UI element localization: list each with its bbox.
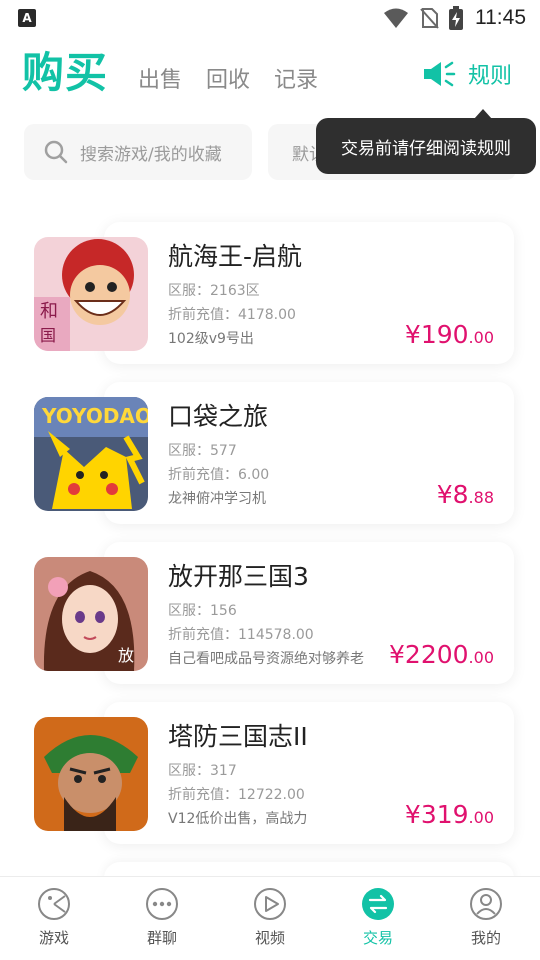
chat-icon: [146, 888, 178, 920]
listing-note: 龙神俯冲学习机: [168, 491, 266, 507]
listing-price: ¥319.00: [404, 800, 494, 829]
listing-server: 区服：156: [168, 603, 237, 619]
listing-price: ¥2200.00: [389, 640, 494, 669]
svg-text:YOYODAO: YOYODAO: [41, 404, 148, 428]
listing-note: V12低价出售，高战力: [168, 811, 308, 827]
status-bar: A 11:45: [0, 0, 540, 36]
app-notification-icon: A: [18, 9, 36, 27]
listing-recharge: 折前充值：6.00: [168, 467, 270, 483]
rules-tooltip: 交易前请仔细阅读规则: [316, 109, 536, 174]
search-input[interactable]: 搜索游戏/我的收藏: [24, 124, 252, 180]
search-placeholder: 搜索游戏/我的收藏: [80, 144, 222, 165]
nav-item-chat[interactable]: 群聊: [108, 877, 216, 960]
listing-title: 放开那三国3: [168, 562, 309, 591]
nav-item-me[interactable]: 我的: [432, 877, 540, 960]
game-thumbnail: YOYODAO: [34, 397, 148, 511]
battery-charging-icon: [449, 6, 463, 30]
nav-item-games[interactable]: 游戏: [0, 877, 108, 960]
games-icon: [38, 888, 70, 920]
rules-button[interactable]: 规则: [422, 58, 512, 90]
game-thumbnail: [34, 717, 148, 831]
listing-server: 区服：317: [168, 763, 237, 779]
nav-label-me: 我的: [470, 929, 501, 947]
top-tabs: 购买 出售 回收 记录 规则: [0, 36, 540, 110]
listing-price: ¥8.88: [436, 480, 494, 509]
listing-recharge: 折前充值：4178.00: [168, 307, 296, 323]
nav-label-trade: 交易: [362, 929, 393, 947]
listing-title: 口袋之旅: [168, 402, 269, 431]
search-icon: [44, 140, 68, 164]
play-icon: [254, 888, 286, 920]
listing-title: 航海王-启航: [168, 242, 303, 271]
nav-label-chat: 群聊: [146, 929, 177, 947]
nav-item-video[interactable]: 视频: [216, 877, 324, 960]
tab-records[interactable]: 记录: [274, 70, 318, 92]
listing-server: 区服：577: [168, 443, 237, 459]
tab-recycle[interactable]: 回收: [206, 70, 250, 92]
listing-server: 区服：2163区: [168, 283, 260, 299]
bottom-nav: 游戏 群聊 视频 交易 我的: [0, 876, 540, 960]
listing-recharge: 折前充值：12722.00: [168, 787, 305, 803]
svg-text:国: 国: [40, 326, 56, 345]
wifi-icon: [384, 8, 408, 28]
listing-note: 102级v9号出: [168, 331, 254, 347]
game-thumbnail: 和 国: [34, 237, 148, 351]
nav-label-video: 视频: [254, 929, 285, 947]
listing-price: ¥190.00: [404, 320, 494, 349]
no-sim-icon: [420, 8, 439, 29]
speaker-icon: [423, 61, 456, 87]
tab-sell[interactable]: 出售: [138, 70, 182, 92]
svg-text:放: 放: [118, 646, 134, 665]
nav-item-trade[interactable]: 交易: [324, 877, 432, 960]
rules-label: 规则: [467, 64, 512, 89]
exchange-icon: [362, 888, 394, 920]
nav-label-games: 游戏: [38, 929, 69, 947]
user-icon: [470, 888, 502, 920]
clock: 11:45: [475, 6, 526, 29]
listing-recharge: 折前充值：114578.00: [168, 627, 314, 643]
listing-note: 自己看吧成品号资源绝对够养老: [168, 651, 364, 667]
tab-buy[interactable]: 购买: [22, 52, 108, 94]
svg-text:和: 和: [40, 301, 58, 322]
game-thumbnail: 放: [34, 557, 148, 671]
listing-title: 塔防三国志II: [168, 722, 308, 751]
